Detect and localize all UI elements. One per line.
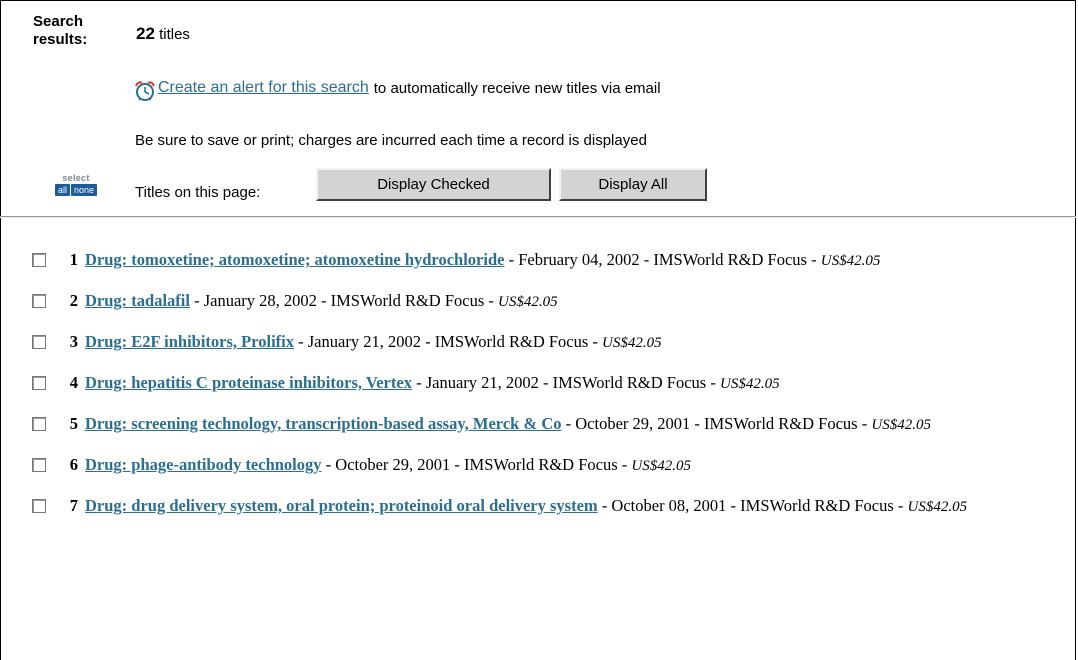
result-title-link[interactable]: Drug: drug delivery system, oral protein… [85, 496, 598, 515]
result-number: 1 [69, 250, 78, 269]
titles-on-page-label: Titles on this page: [135, 184, 261, 201]
alert-row: Create an alert for this search to autom… [134, 77, 661, 102]
select-all-button[interactable]: all [54, 184, 70, 196]
search-label-line1: Search [33, 13, 84, 30]
create-alert-link[interactable]: Create an alert for this search [158, 79, 369, 97]
result-checkbox[interactable] [32, 335, 46, 349]
result-price: US$42.05 [820, 253, 881, 269]
list-item: 6 Drug: phage-antibody technology - Octo… [32, 454, 1052, 477]
results-count-suffix: titles [159, 26, 190, 43]
results-count: 22 titles [136, 24, 190, 44]
result-title-link[interactable]: Drug: tomoxetine; atomoxetine; atomoxeti… [85, 250, 504, 269]
result-title-link[interactable]: Drug: tadalafil [85, 291, 190, 310]
result-checkbox[interactable] [32, 499, 46, 513]
alarm-clock-icon[interactable] [134, 80, 156, 102]
result-body: Drug: phage-antibody technology - Octobe… [85, 454, 1052, 477]
result-body: Drug: E2F inhibitors, Prolifix - January… [85, 331, 1052, 354]
display-checked-button[interactable]: Display Checked [316, 168, 551, 201]
list-item: 5 Drug: screening technology, transcript… [32, 413, 1052, 436]
results-count-number: 22 [136, 24, 155, 43]
result-number: 2 [69, 291, 78, 310]
select-none-button[interactable]: none [70, 184, 98, 196]
result-price: US$42.05 [631, 458, 691, 474]
result-checkbox[interactable] [32, 253, 46, 267]
result-checkbox[interactable] [32, 294, 46, 308]
result-meta: - October 29, 2001 - IMSWorld R&D Focus … [321, 455, 632, 474]
result-number: 5 [69, 414, 78, 433]
result-checkbox[interactable] [32, 458, 46, 472]
result-title-link[interactable]: Drug: phage-antibody technology [85, 455, 322, 474]
result-body: Drug: hepatitis C proteinase inhibitors,… [85, 372, 1052, 395]
result-meta: - February 04, 2002 - IMSWorld R&D Focus… [504, 250, 821, 269]
section-divider [0, 216, 1076, 218]
list-item: 1 Drug: tomoxetine; atomoxetine; atomoxe… [32, 249, 1052, 272]
charges-warning: Be sure to save or print; charges are in… [135, 132, 647, 149]
select-controls: select all none [35, 174, 117, 196]
result-number: 3 [69, 332, 78, 351]
display-all-button[interactable]: Display All [559, 168, 707, 201]
result-body: Drug: drug delivery system, oral protein… [85, 495, 1052, 518]
search-results-label: Search results: [33, 13, 87, 49]
result-number: 4 [69, 373, 78, 392]
results-list: 1 Drug: tomoxetine; atomoxetine; atomoxe… [32, 249, 1052, 536]
result-price: US$42.05 [871, 417, 931, 433]
result-body: Drug: tadalafil - January 28, 2002 - IMS… [85, 290, 1052, 313]
list-item: 7 Drug: drug delivery system, oral prote… [32, 495, 1052, 518]
result-body: Drug: screening technology, transcriptio… [85, 413, 1052, 436]
result-price: US$42.05 [498, 294, 558, 310]
select-label: select [62, 173, 90, 183]
list-item: 4 Drug: hepatitis C proteinase inhibitor… [32, 372, 1052, 395]
result-meta: - January 21, 2002 - IMSWorld R&D Focus … [411, 373, 720, 392]
result-body: Drug: tomoxetine; atomoxetine; atomoxeti… [85, 249, 1052, 272]
result-checkbox[interactable] [32, 417, 46, 431]
result-meta: - October 08, 2001 - IMSWorld R&D Focus … [597, 496, 908, 515]
result-meta: - January 21, 2002 - IMSWorld R&D Focus … [294, 332, 603, 351]
search-results-header: Search results: 22 titles Create an aler… [0, 0, 1078, 215]
list-item: 2 Drug: tadalafil - January 28, 2002 - I… [32, 290, 1052, 313]
result-meta: - January 28, 2002 - IMSWorld R&D Focus … [189, 291, 498, 310]
result-number: 6 [69, 455, 78, 474]
result-number: 7 [69, 496, 78, 515]
result-title-link[interactable]: Drug: screening technology, transcriptio… [85, 414, 562, 433]
result-meta: - October 29, 2001 - IMSWorld R&D Focus … [561, 414, 872, 433]
select-buttons: all none [35, 184, 117, 196]
result-title-link[interactable]: Drug: E2F inhibitors, Prolifix [85, 332, 294, 351]
alert-description: to automatically receive new titles via … [373, 79, 661, 97]
search-label-line2: results: [33, 31, 88, 48]
result-title-link[interactable]: Drug: hepatitis C proteinase inhibitors,… [85, 373, 412, 392]
result-price: US$42.05 [907, 499, 968, 515]
list-item: 3 Drug: E2F inhibitors, Prolifix - Janua… [32, 331, 1052, 354]
result-price: US$42.05 [602, 335, 662, 351]
result-checkbox[interactable] [32, 376, 46, 390]
result-price: US$42.05 [719, 376, 780, 392]
